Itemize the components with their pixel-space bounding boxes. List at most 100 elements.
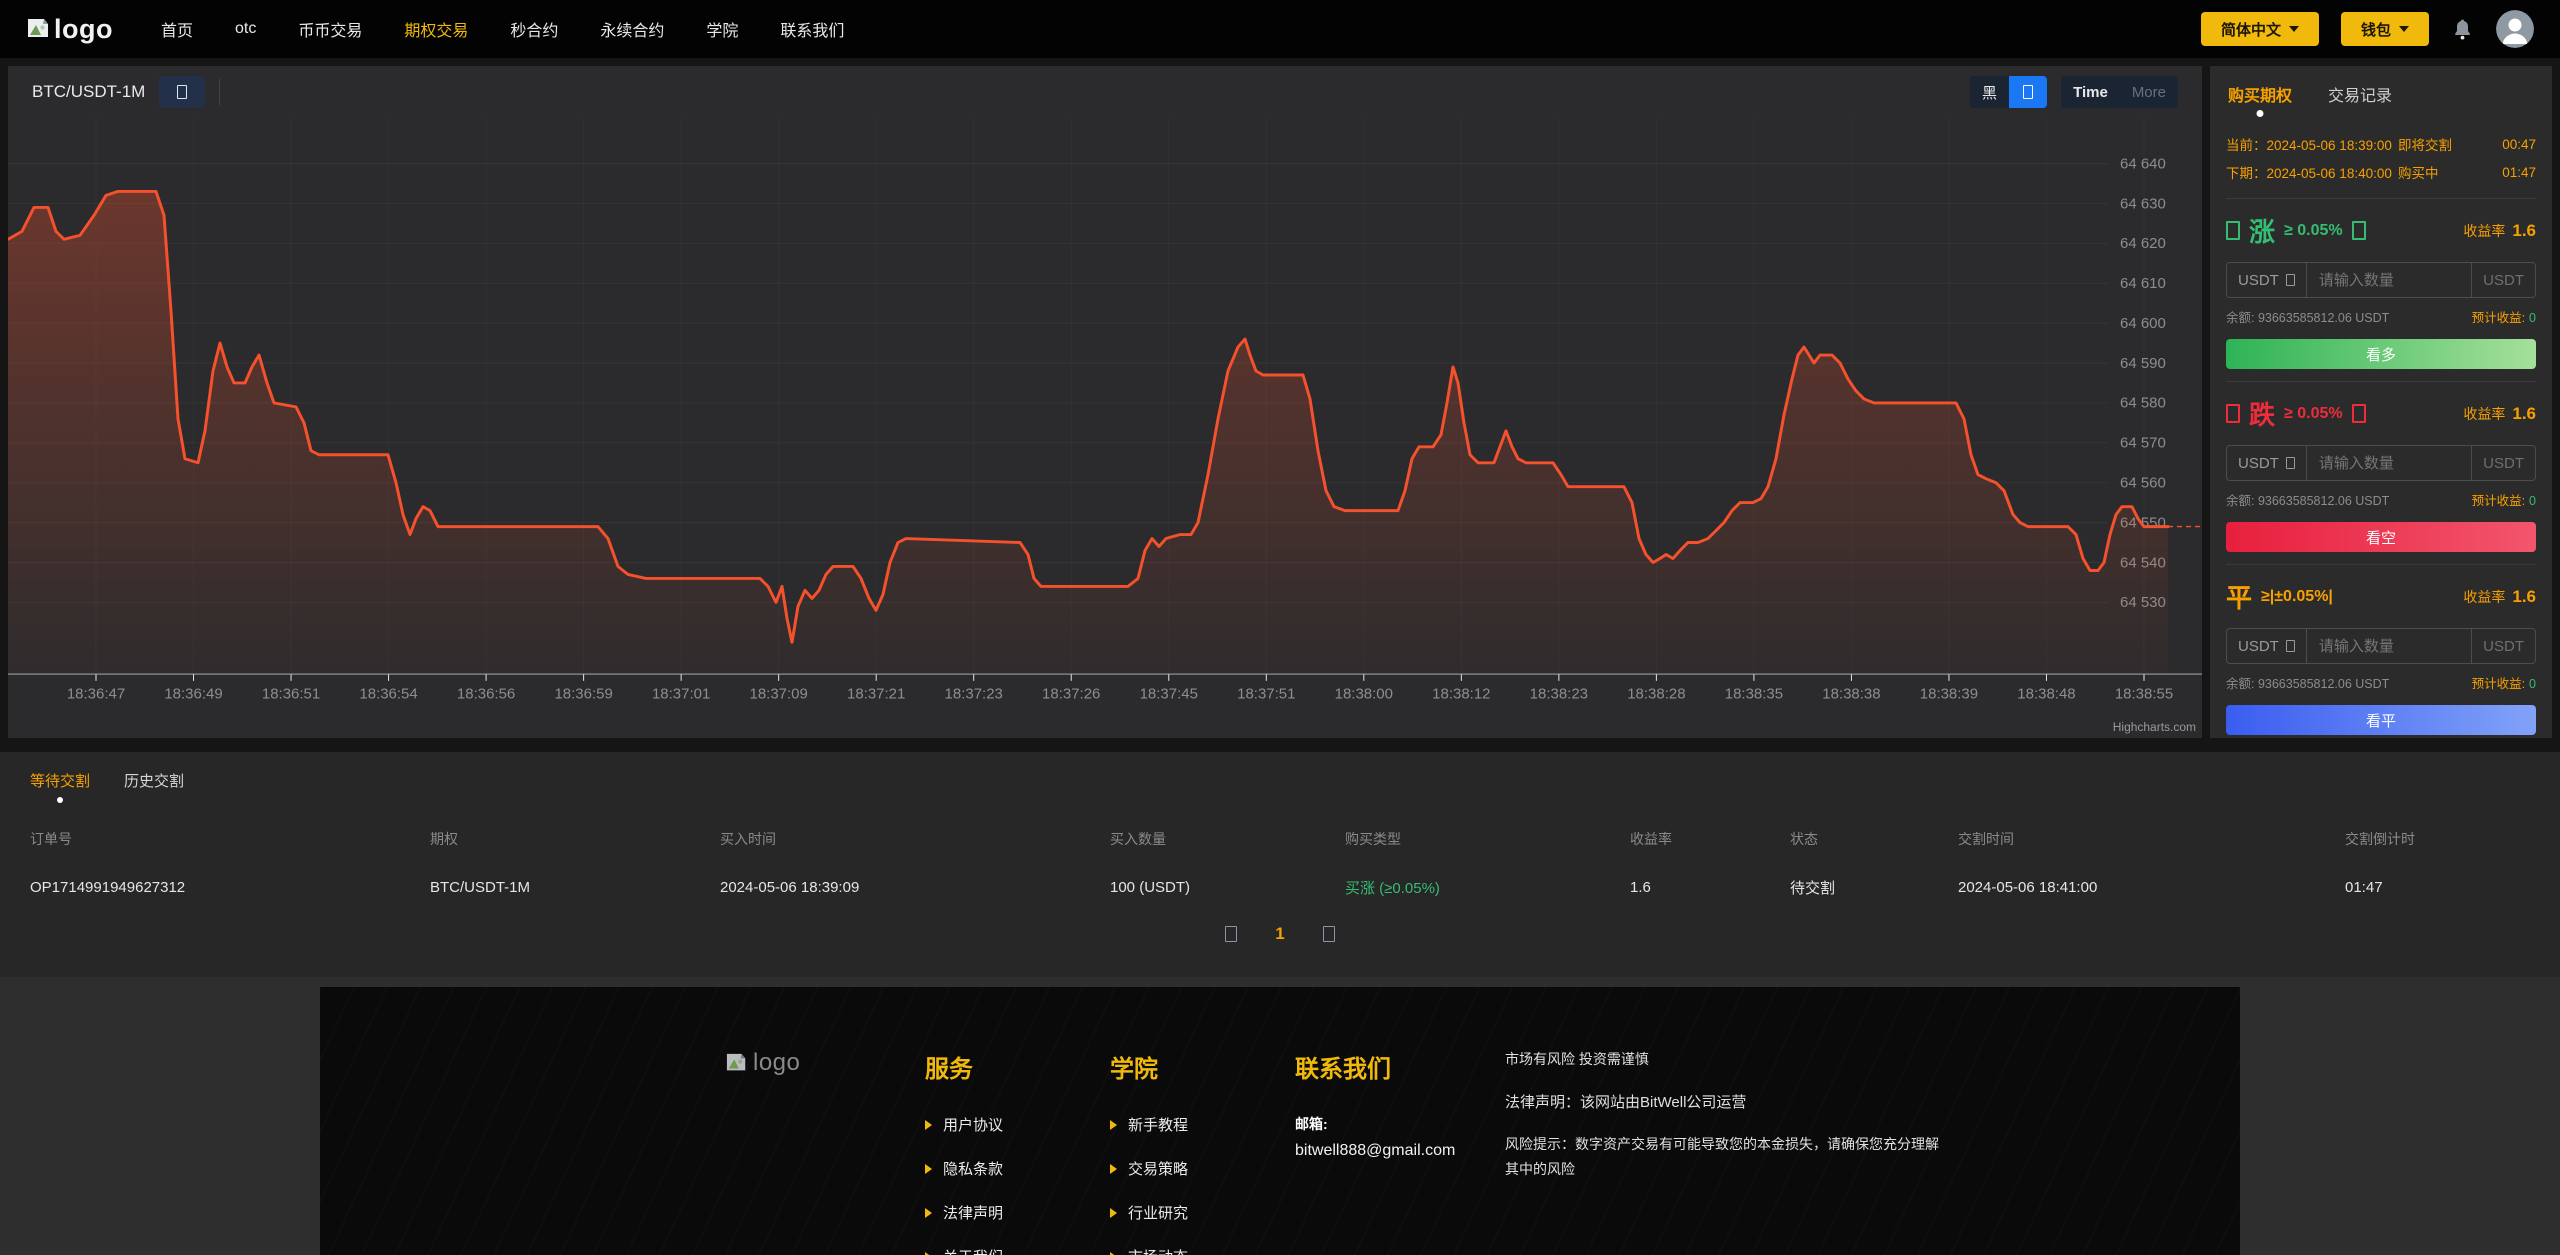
cell-0: OP1714991949627312 (30, 879, 430, 896)
nav-item-2[interactable]: 币币交易 (298, 17, 362, 41)
chevron-down-icon (2289, 26, 2299, 32)
trade-panel: 购买期权交易记录 当前：2024-05-06 18:39:00即将交割00:47… (2210, 66, 2552, 738)
amount-input[interactable] (2307, 263, 2471, 297)
email-address[interactable]: bitwell888@gmail.com (1295, 1142, 1505, 1160)
navbar: logo 首页 otc 币币交易 期权交易 秒合约 永续合约 学院 联系我们 简体中文 钱包 (0, 0, 2560, 58)
language-button-label: 简体中文 (2221, 19, 2281, 40)
prev-arrow-icon (1225, 926, 1237, 942)
svg-text:64 620: 64 620 (2120, 236, 2166, 252)
svg-text:18:37:45: 18:37:45 (1140, 686, 1198, 702)
col-header-2: 买入时间 (720, 829, 1110, 849)
nav-item-7[interactable]: 联系我们 (780, 17, 844, 41)
avatar[interactable] (2496, 10, 2534, 48)
trade-section-0: 涨≥ 0.05%收益率1.6USDTUSDT余额: 93663585812.06… (2226, 199, 2536, 382)
amount-input-group: USDTUSDT (2226, 445, 2536, 481)
more-button[interactable]: More (2120, 76, 2178, 108)
svg-text:64 630: 64 630 (2120, 196, 2166, 212)
period-time: 当前：2024-05-06 18:39:00 (2226, 134, 2398, 154)
footer-link-label: 交易策略 (1128, 1158, 1188, 1179)
svg-text:64 610: 64 610 (2120, 276, 2166, 292)
nav-item-6[interactable]: 学院 (706, 17, 738, 41)
svg-text:18:38:55: 18:38:55 (2115, 686, 2173, 702)
language-button[interactable]: 简体中文 (2201, 12, 2319, 46)
trade-tab-1[interactable]: 交易记录 (2328, 82, 2392, 106)
nav-item-5[interactable]: 永续合约 (600, 17, 664, 41)
theme-dark-button[interactable]: 黑 (1970, 76, 2009, 108)
svg-text:18:38:38: 18:38:38 (1822, 686, 1880, 702)
wallet-button[interactable]: 钱包 (2341, 12, 2429, 46)
risk-slogan: 市场有风险 投资需谨慎 (1505, 1049, 1965, 1069)
footer-col-title: 服务 (925, 1049, 1110, 1084)
svg-text:64 560: 64 560 (2120, 476, 2166, 492)
svg-text:18:38:35: 18:38:35 (1725, 686, 1783, 702)
triangle-bullet-icon (925, 1208, 932, 1218)
next-page-button[interactable] (1323, 926, 1335, 942)
footer-link-1-0[interactable]: 新手教程 (1110, 1114, 1295, 1135)
dropdown-glyph-icon (2286, 274, 2295, 286)
theme-light-button[interactable] (2009, 76, 2047, 108)
col-header-4: 购买类型 (1345, 829, 1630, 849)
yield-rate-label: 收益率 (2463, 404, 2505, 424)
footer-link-0-2[interactable]: 法律声明 (925, 1202, 1110, 1223)
amount-input[interactable] (2307, 446, 2471, 480)
currency-selector-label: USDT (2238, 272, 2279, 289)
col-header-5: 收益率 (1630, 829, 1790, 849)
time-mode-button[interactable]: Time (2061, 76, 2120, 108)
nav-item-3[interactable]: 期权交易 (404, 17, 468, 41)
estimated-profit-value: 0 (2529, 311, 2536, 325)
orders-tab-1[interactable]: 历史交割 (124, 770, 184, 791)
svg-text:64 640: 64 640 (2120, 157, 2166, 173)
order-button-1[interactable]: 看空 (2226, 522, 2536, 552)
currency-selector[interactable]: USDT (2227, 263, 2307, 297)
footer-link-1-1[interactable]: 交易策略 (1110, 1158, 1295, 1179)
section-info-row: 余额: 93663585812.06 USDT预计收益:0 (2226, 673, 2536, 692)
direction-glyph-icon (2352, 221, 2366, 240)
col-header-7: 交割时间 (1958, 829, 2345, 849)
currency-selector[interactable]: USDT (2227, 446, 2307, 480)
footer-link-1-3[interactable]: 市场动态 (1110, 1246, 1295, 1255)
prev-page-button[interactable] (1225, 926, 1237, 942)
orders-tab-0[interactable]: 等待交割 (30, 770, 90, 791)
estimated-profit-label: 预计收益: (2472, 311, 2525, 325)
order-button-2[interactable]: 看平 (2226, 705, 2536, 735)
chart-toolbar: BTC/USDT-1M 黑 Time More (8, 66, 2202, 118)
logo[interactable]: logo (26, 14, 113, 45)
logo-text: logo (54, 14, 113, 45)
svg-text:18:36:56: 18:36:56 (457, 686, 515, 702)
theme-toggle-group: 黑 (1970, 76, 2047, 108)
footer-link-1-2[interactable]: 行业研究 (1110, 1202, 1295, 1223)
footer-col-1: 学院新手教程交易策略行业研究市场动态 (1110, 1049, 1295, 1255)
footer-link-0-0[interactable]: 用户协议 (925, 1114, 1110, 1135)
period-time: 下期：2024-05-06 18:40:00 (2226, 162, 2398, 182)
estimated-profit-label: 预计收益: (2472, 494, 2525, 508)
footer-link-0-3[interactable]: 关于我们 (925, 1246, 1110, 1255)
trade-tab-0[interactable]: 购买期权 (2228, 82, 2292, 106)
notification-bell-icon[interactable] (2451, 18, 2474, 41)
estimated-profit-value: 0 (2529, 494, 2536, 508)
wallet-button-label: 钱包 (2361, 19, 2391, 40)
page-number[interactable]: 1 (1275, 924, 1284, 944)
footer-link-0-1[interactable]: 隐私条款 (925, 1158, 1110, 1179)
nav-item-0[interactable]: 首页 (161, 17, 193, 41)
footer-logo-text: logo (753, 1049, 800, 1077)
period-countdown: 00:47 (2490, 137, 2536, 152)
svg-text:64 580: 64 580 (2120, 396, 2166, 412)
price-chart[interactable]: 64 64064 63064 62064 61064 60064 59064 5… (8, 118, 2202, 738)
unit-suffix: USDT (2471, 263, 2535, 297)
theme-glyph-icon (2023, 85, 2033, 99)
trade-section-2: 平≥|±0.05%|收益率1.6USDTUSDT余额: 93663585812.… (2226, 565, 2536, 747)
balance-text: 余额: 93663585812.06 USDT (2226, 673, 2389, 692)
chart-settings-button[interactable] (159, 76, 205, 108)
col-header-1: 期权 (430, 829, 720, 849)
yield-rate-label: 收益率 (2463, 221, 2505, 241)
legal-statement: 法律声明：该网站由BitWell公司运营 (1505, 1091, 1965, 1112)
footer-link-label: 市场动态 (1128, 1246, 1188, 1255)
order-button-0[interactable]: 看多 (2226, 339, 2536, 369)
amount-input[interactable] (2307, 629, 2471, 663)
svg-text:18:36:59: 18:36:59 (554, 686, 612, 702)
currency-selector[interactable]: USDT (2227, 629, 2307, 663)
orders-section: 等待交割历史交割 订单号期权买入时间买入数量购买类型收益率状态交割时间交割倒计时… (0, 752, 2560, 977)
svg-text:18:36:54: 18:36:54 (359, 686, 417, 702)
nav-item-4[interactable]: 秒合约 (510, 17, 558, 41)
nav-item-1[interactable]: otc (235, 20, 256, 38)
